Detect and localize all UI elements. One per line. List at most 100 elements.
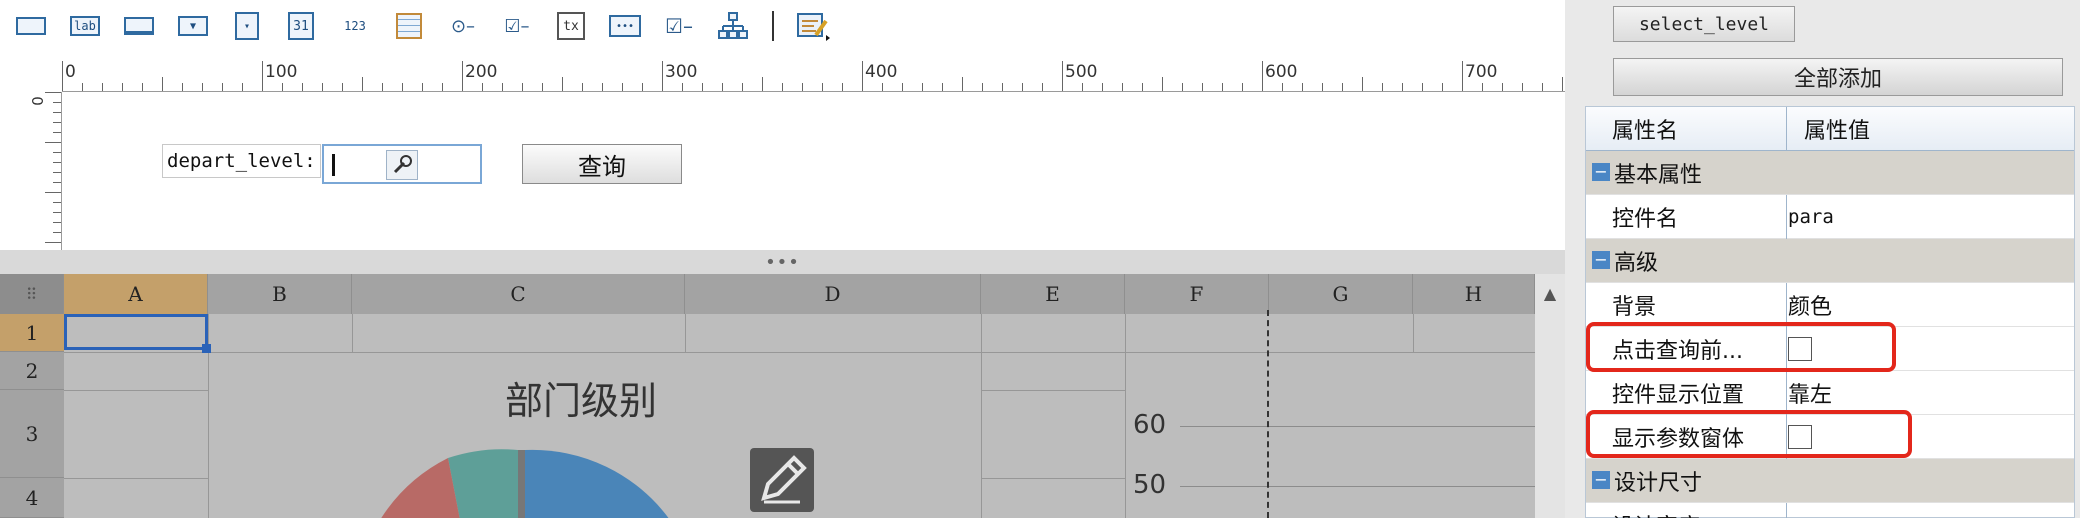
- highlight-click-query: [1586, 322, 1896, 372]
- ruler-tick: [53, 102, 61, 103]
- vruler-label: 0: [27, 96, 46, 106]
- pencil-edit-icon[interactable]: [750, 448, 814, 512]
- checkbox-icon[interactable]: ☑–: [660, 9, 698, 43]
- password-icon[interactable]: •••: [606, 9, 644, 43]
- ruler-tick: [322, 83, 323, 91]
- property-row-design-width[interactable]: 设计宽度: [1586, 503, 2074, 518]
- text-area-icon[interactable]: tx: [552, 9, 590, 43]
- pane-splitter[interactable]: •••: [0, 250, 1565, 274]
- row-header-4[interactable]: 4: [0, 478, 64, 518]
- group-design-size[interactable]: − 设计尺寸: [1586, 459, 2074, 503]
- ruler-tick: [562, 77, 563, 91]
- column-header-b[interactable]: B: [208, 274, 352, 314]
- column-header-h[interactable]: H: [1413, 274, 1535, 314]
- select-level-button[interactable]: select_level: [1613, 6, 1795, 42]
- vertical-scrollbar[interactable]: ▲: [1535, 274, 1565, 518]
- ruler-tick: [53, 172, 61, 173]
- column-header-e[interactable]: E: [981, 274, 1125, 314]
- table-icon[interactable]: [390, 9, 428, 43]
- ruler-tick: [922, 83, 923, 91]
- ruler-tick: [1462, 61, 1463, 91]
- ruler-tick: [1282, 83, 1283, 91]
- ruler-tick: [762, 77, 763, 91]
- tree-dropdown-icon[interactable]: ▾: [228, 9, 266, 43]
- ruler-label: 300: [665, 62, 698, 82]
- row-header-1[interactable]: 1: [0, 314, 64, 352]
- collapse-icon[interactable]: −: [1592, 471, 1610, 489]
- ruler-tick: [1302, 83, 1303, 91]
- column-header-d[interactable]: D: [685, 274, 981, 314]
- ruler-tick: [53, 152, 61, 153]
- ruler-tick: [1262, 61, 1263, 91]
- ruler-tick: [482, 83, 483, 91]
- ruler-label: 0: [65, 62, 76, 82]
- vertical-ruler: 0: [27, 92, 62, 250]
- ruler-tick: [882, 83, 883, 91]
- checkbox-group-icon[interactable]: ☑–: [498, 9, 536, 43]
- ruler-tick: [382, 83, 383, 91]
- property-row-widget-name[interactable]: 控件名 para: [1586, 195, 2074, 239]
- selected-cell-a1[interactable]: [64, 314, 211, 353]
- depart-level-input[interactable]: [322, 144, 482, 184]
- button-icon[interactable]: [120, 9, 158, 43]
- ruler-tick: [122, 83, 123, 91]
- ruler-label: 500: [1065, 62, 1098, 82]
- pie-slice-gray: [518, 449, 525, 518]
- parameter-canvas: depart_level: 查询: [62, 92, 1565, 250]
- wrench-icon[interactable]: [386, 150, 418, 180]
- ruler-tick: [1322, 83, 1323, 91]
- ruler-tick: [1502, 83, 1503, 91]
- ruler-tick: [962, 77, 963, 91]
- row-header-2[interactable]: 2: [0, 352, 64, 390]
- select-all-corner[interactable]: ⠿: [0, 274, 64, 314]
- property-value[interactable]: 颜色: [1788, 289, 1832, 321]
- label-icon-text: lab: [70, 16, 100, 36]
- ruler-tick: [242, 83, 243, 91]
- scroll-up-icon[interactable]: ▲: [1535, 278, 1565, 308]
- ruler-tick: [1122, 83, 1123, 91]
- fill-handle[interactable]: [202, 344, 211, 353]
- column-header-g[interactable]: G: [1269, 274, 1413, 314]
- property-name: 设计宽度: [1612, 509, 1700, 518]
- group-advanced[interactable]: − 高级: [1586, 239, 2074, 283]
- column-header-a[interactable]: A: [64, 274, 208, 314]
- ruler-tick: [62, 61, 63, 91]
- dropdown-icon[interactable]: ▼: [174, 9, 212, 43]
- ruler-tick: [53, 182, 61, 183]
- panel-divider[interactable]: [1565, 0, 1585, 518]
- ruler-tick: [502, 83, 503, 91]
- row-header-3[interactable]: 3: [0, 390, 64, 478]
- property-row-background[interactable]: 背景 颜色: [1586, 283, 2074, 327]
- column-header-c[interactable]: C: [352, 274, 685, 314]
- date-icon-text: 31: [288, 12, 314, 40]
- group-basic[interactable]: − 基本属性: [1586, 151, 2074, 195]
- tree-icon[interactable]: [714, 9, 752, 43]
- collapse-icon[interactable]: −: [1592, 251, 1610, 269]
- ruler-tick: [53, 202, 61, 203]
- property-row-display-position[interactable]: 控件显示位置 靠左: [1586, 371, 2074, 415]
- widget-settings-icon[interactable]: [794, 9, 832, 43]
- ruler-tick: [45, 92, 61, 93]
- collapse-icon[interactable]: −: [1592, 163, 1610, 181]
- number-icon[interactable]: 123: [336, 9, 374, 43]
- password-icon-text: •••: [609, 15, 641, 37]
- query-button[interactable]: 查询: [522, 144, 682, 184]
- radio-group-icon[interactable]: ⊙–: [444, 9, 482, 43]
- ruler-tick: [1162, 77, 1163, 91]
- ruler-tick: [1242, 83, 1243, 91]
- ruler-tick: [1402, 83, 1403, 91]
- ruler-label: 400: [865, 62, 898, 82]
- property-name: 背景: [1612, 294, 1657, 320]
- add-all-button[interactable]: 全部添加: [1613, 58, 2063, 96]
- pie-chart[interactable]: [340, 440, 700, 518]
- property-value[interactable]: para: [1788, 206, 1834, 228]
- ruler-tick: [982, 83, 983, 91]
- textbox-icon[interactable]: [12, 9, 50, 43]
- column-header-f[interactable]: F: [1125, 274, 1269, 314]
- designer-area: lab ▼ ▾ 31 123 ⊙– ☑– tx ••• ☑– 0 100 200 30…: [0, 0, 1565, 518]
- label-icon[interactable]: lab: [66, 9, 104, 43]
- property-value[interactable]: 靠左: [1788, 377, 1832, 409]
- ruler-tick: [402, 83, 403, 91]
- pie-slice-blue: [525, 449, 669, 518]
- date-icon[interactable]: 31: [282, 9, 320, 43]
